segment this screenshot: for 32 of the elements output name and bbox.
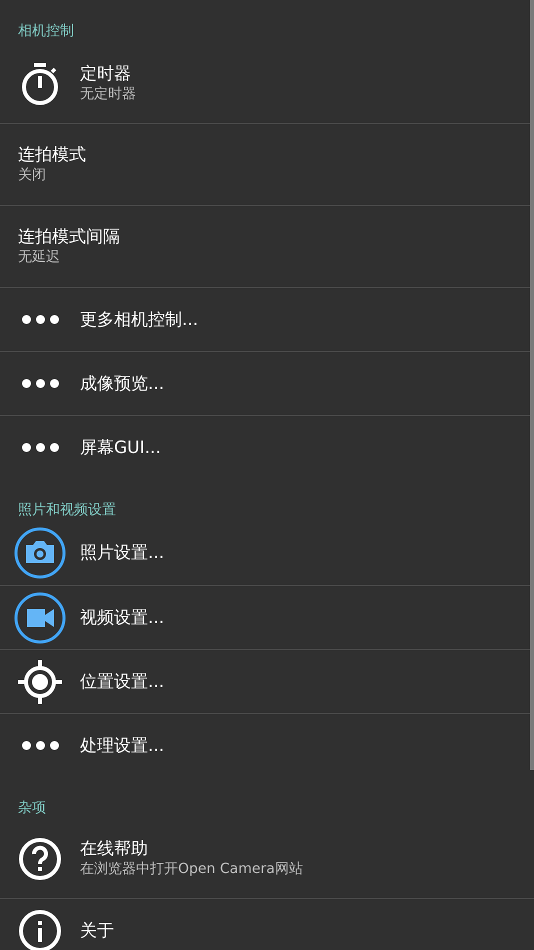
settings-item[interactable]: 在线帮助 在浏览器中打开Open Camera网站 <box>0 819 534 898</box>
more-icon <box>22 741 58 750</box>
more-icon <box>22 379 58 388</box>
item-summary: 无延迟 <box>18 248 60 267</box>
item-summary: 关闭 <box>18 166 46 185</box>
more-icon <box>22 315 58 324</box>
section-header: 相机控制 <box>18 23 74 39</box>
help-icon <box>18 836 62 880</box>
section-header: 杂项 <box>18 800 46 816</box>
info-icon <box>18 908 62 950</box>
video-camera-icon <box>14 592 66 644</box>
item-title: 位置设置... <box>80 670 164 692</box>
crosshair-icon <box>18 660 62 704</box>
settings-item[interactable]: 定时器 无定时器 <box>0 44 534 123</box>
item-summary: 无定时器 <box>80 85 136 104</box>
item-title: 在线帮助 <box>80 838 148 860</box>
settings-item[interactable]: 照片设置... <box>0 521 534 585</box>
settings-item[interactable]: 关于 <box>0 898 534 950</box>
camera-icon <box>14 527 66 579</box>
item-title: 成像预览... <box>80 372 164 394</box>
item-title: 连拍模式 <box>18 144 86 166</box>
section-header: 照片和视频设置 <box>18 502 116 518</box>
item-title: 更多相机控制... <box>80 308 198 330</box>
item-title: 处理设置... <box>80 734 164 756</box>
item-title: 视频设置... <box>80 606 164 628</box>
item-title: 关于 <box>80 920 114 942</box>
more-icon <box>22 443 58 452</box>
item-summary: 在浏览器中打开Open Camera网站 <box>80 860 303 879</box>
item-title: 定时器 <box>80 63 131 85</box>
item-title: 连拍模式间隔 <box>18 226 120 248</box>
item-title: 照片设置... <box>80 542 164 564</box>
item-title: 屏幕GUI... <box>80 436 161 458</box>
